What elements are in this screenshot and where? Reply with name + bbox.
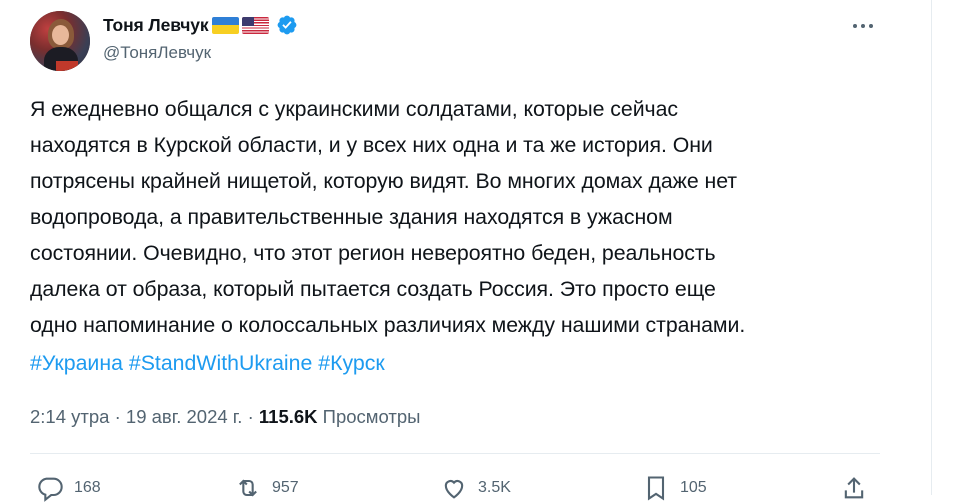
more-options-icon[interactable]: [853, 21, 881, 31]
hashtags: #Украина #StandWithUkraine #Курск: [30, 345, 385, 381]
tweet-text: Я ежедневно общался с украинскими солдат…: [30, 91, 910, 343]
repost-count: 957: [272, 479, 299, 496]
views-count[interactable]: 115.6K: [259, 406, 318, 427]
tweet-time[interactable]: 2:14 утра: [30, 406, 109, 427]
hashtag-ukraina[interactable]: #Украина: [30, 351, 123, 375]
bookmark-button[interactable]: 105: [642, 474, 707, 502]
tweet: Тоня Левчук @ТоняЛевчук Я ежедневно обща…: [0, 0, 930, 502]
author-name-row: Тоня Левчук: [103, 13, 298, 37]
divider: [30, 453, 880, 454]
column-border: [931, 0, 932, 495]
tweet-text-line: потрясены крайней нищетой, которую видят…: [30, 169, 737, 193]
verified-badge-icon[interactable]: [276, 14, 298, 36]
reply-button[interactable]: 168: [36, 474, 101, 502]
tweet-text-line: одно напоминание о колоссальных различия…: [30, 313, 746, 337]
usa-flag-icon: [241, 16, 269, 34]
share-icon: [844, 477, 864, 499]
share-button[interactable]: [840, 474, 868, 502]
bookmark-icon: [647, 476, 665, 501]
tweet-meta: 2:14 утра · 19 авг. 2024 г. · 115.6K Про…: [30, 403, 420, 431]
like-count: 3.5K: [478, 479, 511, 496]
tweet-date[interactable]: 19 авг. 2024 г.: [126, 406, 243, 427]
hashtag-standwithukraine[interactable]: #StandWithUkraine: [129, 351, 312, 375]
avatar[interactable]: [30, 11, 90, 71]
meta-separator: ·: [242, 406, 259, 427]
author-handle[interactable]: @ТоняЛевчук: [103, 43, 211, 63]
bookmark-count: 105: [680, 479, 707, 496]
tweet-text-line: находятся в Курской области, и у всех ни…: [30, 133, 713, 157]
reply-count: 168: [74, 479, 101, 496]
reply-icon: [38, 477, 63, 502]
ukraine-flag-icon: [211, 16, 239, 34]
like-button[interactable]: 3.5K: [440, 474, 511, 502]
repost-button[interactable]: 957: [234, 474, 299, 502]
tweet-text-line: далека от образа, который пытается созда…: [30, 277, 716, 301]
meta-separator: ·: [109, 406, 126, 427]
author-display-name[interactable]: Тоня Левчук: [103, 15, 209, 36]
tweet-text-line: водопровода, а правительственные здания …: [30, 205, 673, 229]
tweet-text-line: Я ежедневно общался с украинскими солдат…: [30, 97, 678, 121]
tweet-text-line: состоянии. Очевидно, что этот регион нев…: [30, 241, 716, 265]
views-label[interactable]: Просмотры: [323, 406, 421, 427]
hashtag-kursk[interactable]: #Курск: [318, 351, 384, 375]
repost-icon: [239, 479, 257, 497]
action-bar: 168 957 3.5K 105: [30, 474, 890, 504]
heart-icon: [444, 480, 464, 499]
